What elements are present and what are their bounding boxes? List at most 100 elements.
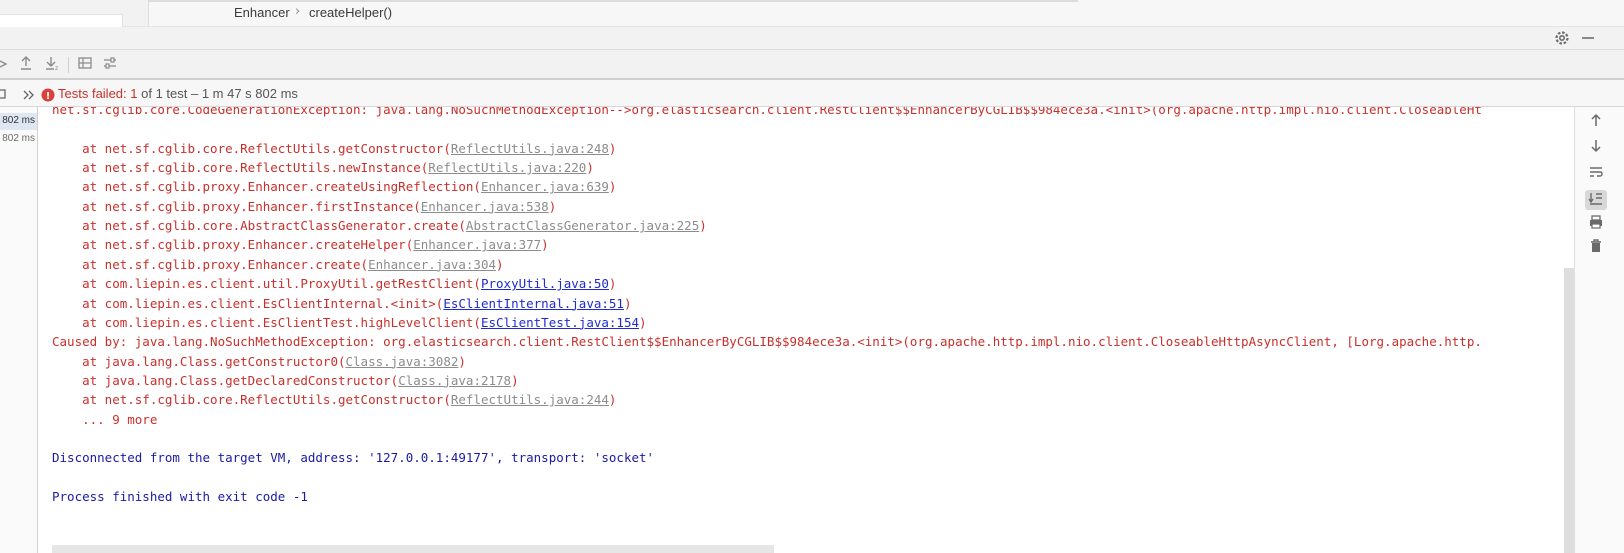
console-scrollbar[interactable]: [1564, 268, 1574, 553]
console-line: at com.liepin.es.client.EsClientTest.hig…: [52, 313, 647, 333]
tests-detail: of 1 test – 1 m 47 s 802 ms: [141, 86, 298, 101]
error-circle-icon: !: [41, 87, 55, 102]
stack-trace-link[interactable]: AbstractClassGenerator.java:225: [466, 218, 699, 233]
console-text: Caused by: java.lang.NoSuchMethodExcepti…: [52, 334, 1482, 350]
double-chevron-right-icon[interactable]: [23, 87, 35, 101]
expand-icon[interactable]: [0, 56, 10, 76]
console-text: ): [496, 256, 504, 272]
editor-tab[interactable]: [0, 14, 123, 27]
svg-text:z: z: [55, 65, 58, 71]
console-text: ): [541, 237, 549, 253]
console-text: at net.sf.cglib.core.ReflectUtils.getCon…: [52, 140, 451, 156]
console-line: Disconnected from the target VM, address…: [52, 448, 654, 468]
test-runner-toolbar: [0, 50, 1624, 80]
test-duration: 802 ms: [2, 115, 35, 126]
console-line: at java.lang.Class.getDeclaredConstructo…: [52, 371, 519, 391]
scroll-to-end-icon[interactable]: [1585, 190, 1607, 210]
console-text: ): [586, 160, 594, 176]
console-text: ): [639, 314, 647, 330]
console-text: at com.liepin.es.client.util.ProxyUtil.g…: [52, 276, 481, 292]
console-line: at net.sf.cglib.core.ReflectUtils.newIns…: [52, 158, 594, 178]
console-line: Process finished with exit code -1: [52, 487, 308, 507]
console-text: ): [458, 353, 466, 369]
breadcrumb-method[interactable]: createHelper(): [309, 5, 392, 20]
console-text: at net.sf.cglib.core.ReflectUtils.getCon…: [52, 392, 451, 408]
tool-window-title-bar: [0, 27, 1624, 50]
console-text: ): [608, 140, 617, 156]
console-text: ): [623, 295, 632, 311]
grid-icon[interactable]: [77, 55, 93, 75]
stack-trace-link[interactable]: Enhancer.java:377: [413, 237, 541, 252]
console-text: at com.liepin.es.client.EsClientTest.hig…: [52, 314, 481, 330]
chevron-right-icon: ›: [295, 4, 301, 19]
test-tree-panel: [0, 107, 38, 553]
console-text: at net.sf.cglib.core.ReflectUtils.newIns…: [52, 160, 429, 176]
console-line: ... 9 more: [52, 410, 157, 430]
breadcrumb-class[interactable]: Enhancer: [234, 5, 290, 20]
console-text: at net.sf.cglib.proxy.Enhancer.create(: [52, 256, 369, 272]
stack-trace-link[interactable]: ReflectUtils.java:248: [451, 141, 609, 156]
console-text: Process finished with exit code -1: [52, 489, 308, 504]
console-text: net.sf.cglib.core.CodeGenerationExceptio…: [52, 107, 1482, 117]
stack-trace-link[interactable]: Enhancer.java:538: [421, 199, 549, 214]
console-line: at java.lang.Class.getConstructor0(Class…: [52, 352, 466, 372]
console-line: at net.sf.cglib.core.AbstractClassGenera…: [52, 216, 707, 236]
console-text: at java.lang.Class.getDeclaredConstructo…: [52, 372, 399, 388]
console-text: at net.sf.cglib.proxy.Enhancer.createHel…: [52, 237, 414, 253]
export-up-icon[interactable]: [18, 55, 34, 75]
arrow-up-icon[interactable]: [1585, 112, 1607, 132]
console-output[interactable]: net.sf.cglib.core.CodeGenerationExceptio…: [38, 107, 1574, 553]
console-line: at net.sf.cglib.proxy.Enhancer.createUsi…: [52, 177, 616, 197]
arrow-down-icon[interactable]: [1585, 138, 1607, 158]
test-tree-row[interactable]: 802 ms: [0, 131, 37, 148]
import-down-icon[interactable]: z: [44, 55, 60, 75]
stack-trace-link[interactable]: Enhancer.java:639: [481, 179, 609, 194]
console-line: net.sf.cglib.core.CodeGenerationExceptio…: [52, 107, 1482, 120]
svg-text:!: !: [46, 91, 51, 102]
stack-trace-link[interactable]: ProxyUtil.java:50: [481, 276, 609, 291]
console-text: at net.sf.cglib.proxy.Enhancer.createUsi…: [52, 179, 481, 195]
console-text: at net.sf.cglib.proxy.Enhancer.firstInst…: [52, 198, 421, 214]
console-text: ): [608, 392, 617, 408]
console-text: ): [608, 276, 617, 292]
console-text: ): [548, 198, 557, 214]
stack-trace-link[interactable]: Class.java:3082: [346, 354, 459, 369]
console-line: at net.sf.cglib.core.ReflectUtils.getCon…: [52, 139, 616, 159]
test-status: Tests failed: 1 of 1 test – 1 m 47 s 802…: [58, 86, 298, 101]
console-line: at net.sf.cglib.proxy.Enhancer.createHel…: [52, 235, 549, 255]
console-text: at com.liepin.es.client.EsClientInternal…: [52, 295, 444, 311]
editor-scroll-edge: [148, 0, 1078, 2]
stack-trace-link[interactable]: ReflectUtils.java:220: [428, 160, 586, 175]
console-text: ): [511, 372, 519, 388]
soft-wrap-icon[interactable]: [1585, 164, 1607, 184]
stack-trace-link[interactable]: ReflectUtils.java:244: [451, 392, 609, 407]
console-line: at com.liepin.es.client.util.ProxyUtil.g…: [52, 274, 616, 294]
editor-tab-strip: [0, 0, 149, 27]
print-icon[interactable]: [1585, 214, 1607, 234]
console-line: at com.liepin.es.client.EsClientInternal…: [52, 294, 632, 314]
console-text: at java.lang.Class.getConstructor0(: [52, 353, 346, 369]
test-tree-row-selected[interactable]: 802 ms: [0, 113, 37, 130]
toolbar-separator: [68, 57, 69, 73]
tests-failed-label: Tests failed: 1: [58, 86, 138, 101]
console-text: ): [699, 218, 707, 234]
stack-trace-link[interactable]: Class.java:2178: [398, 373, 511, 388]
console-text: Disconnected from the target VM, address…: [52, 450, 655, 466]
console-line: Caused by: java.lang.NoSuchMethodExcepti…: [52, 332, 1482, 352]
console-text: ... 9 more: [52, 411, 158, 427]
trash-icon[interactable]: [1585, 238, 1607, 258]
stack-trace-link[interactable]: EsClientTest.java:154: [481, 315, 639, 330]
test-duration: 802 ms: [2, 133, 35, 144]
gear-icon[interactable]: [1553, 29, 1571, 47]
console-text: at net.sf.cglib.core.AbstractClassGenera…: [52, 218, 466, 234]
stack-trace-link[interactable]: EsClientInternal.java:51: [443, 296, 624, 311]
collapse-icon[interactable]: [0, 86, 8, 100]
stack-trace-link[interactable]: Enhancer.java:304: [368, 257, 496, 272]
minimize-icon[interactable]: [1580, 29, 1596, 47]
settings-sliders-icon[interactable]: [102, 55, 118, 75]
console-line: at net.sf.cglib.proxy.Enhancer.create(En…: [52, 255, 504, 275]
console-line: at net.sf.cglib.proxy.Enhancer.firstInst…: [52, 197, 556, 217]
breadcrumb-bar: Enhancer › createHelper(): [0, 0, 1624, 27]
console-text: ): [608, 179, 617, 195]
console-horizontal-scrollbar[interactable]: [52, 545, 774, 553]
